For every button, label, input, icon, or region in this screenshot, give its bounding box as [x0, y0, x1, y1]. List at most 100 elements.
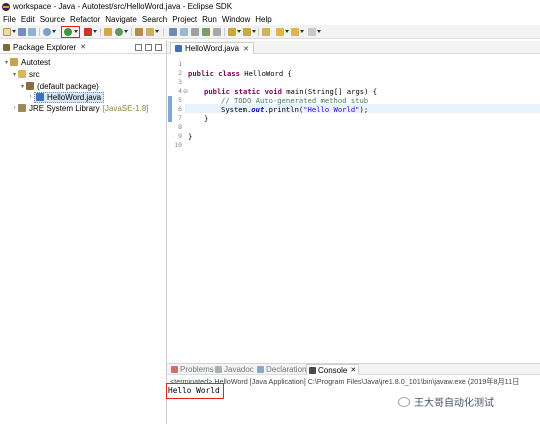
chevron-down-icon[interactable]: ▾: [19, 83, 26, 90]
menu-edit[interactable]: Edit: [19, 15, 38, 24]
code-text: }: [188, 132, 193, 141]
debug-dropdown-icon[interactable]: [52, 30, 56, 33]
word-wrap-icon[interactable]: [213, 28, 221, 36]
search-icon[interactable]: [146, 28, 154, 36]
external-tools-dropdown-icon[interactable]: [93, 30, 97, 33]
new-dropdown-icon[interactable]: [12, 30, 16, 33]
new-class-dropdown-icon[interactable]: [124, 30, 128, 33]
editor-tab-helloword[interactable]: HelloWord.java ✕: [170, 42, 254, 54]
new-class-icon[interactable]: [115, 28, 123, 36]
view-menu-icon[interactable]: [155, 44, 162, 51]
menu-search[interactable]: Search: [140, 15, 170, 24]
package-explorer-tab[interactable]: Package Explorer: [13, 43, 76, 52]
tab-problems[interactable]: Problems: [169, 364, 216, 375]
line-number: 2: [178, 69, 182, 77]
chevron-right-icon[interactable]: ›: [11, 105, 18, 111]
code-line-4[interactable]: public static void main(String[] args) {: [204, 87, 377, 96]
menu-help[interactable]: Help: [253, 15, 274, 24]
tab-javadoc[interactable]: Javadoc: [213, 364, 256, 375]
tab-declaration[interactable]: Declaration: [255, 364, 308, 375]
code-text: .println(: [264, 105, 304, 114]
menu-navigate[interactable]: Navigate: [103, 15, 140, 24]
menu-project[interactable]: Project: [170, 15, 200, 24]
problems-icon: [171, 366, 178, 373]
code-text: );: [359, 105, 369, 114]
tab-console[interactable]: Console ✕: [306, 364, 360, 375]
package-explorer-header: Package Explorer ✕: [0, 41, 166, 54]
pin-editor-dropdown-icon[interactable]: [317, 30, 321, 33]
package-explorer-icon: [3, 43, 10, 51]
block-selection-icon[interactable]: [202, 28, 210, 36]
save-all-icon[interactable]: [28, 28, 36, 36]
search-dropdown-icon[interactable]: [155, 30, 159, 33]
external-tools-icon[interactable]: [84, 28, 92, 36]
link-with-editor-icon[interactable]: [145, 44, 152, 51]
code-line-7[interactable]: }: [204, 114, 208, 123]
tree-item-default-package[interactable]: ▾ (default package): [19, 81, 99, 91]
eclipse-logo-icon: [2, 2, 10, 11]
code-string: "Hello World": [303, 105, 360, 114]
main-toolbar: [0, 25, 540, 39]
output-highlight-box: [166, 383, 224, 399]
wechat-icon: [398, 396, 410, 407]
java-project-icon: [10, 58, 18, 66]
chevron-down-icon[interactable]: ▾: [11, 71, 18, 78]
forward-icon[interactable]: [291, 28, 299, 36]
declaration-icon: [257, 366, 264, 373]
javadoc-icon: [215, 366, 222, 373]
previous-annotation-icon[interactable]: [243, 28, 251, 36]
tab-label: Problems: [180, 365, 214, 374]
window-title-bar: workspace - Java - Autotest/src/HelloWor…: [0, 0, 540, 13]
next-annotation-icon[interactable]: [228, 28, 236, 36]
menu-source[interactable]: Source: [38, 15, 68, 24]
line-number: 7: [178, 114, 182, 122]
back-dropdown-icon[interactable]: [285, 30, 289, 33]
forward-dropdown-icon[interactable]: [300, 30, 304, 33]
tree-item-label: (default package): [37, 81, 99, 91]
selected-file-row[interactable]: HelloWord.java: [34, 91, 105, 103]
java-file-icon: [175, 45, 182, 52]
open-type-icon[interactable]: [135, 28, 143, 36]
toggle-breadcrumb-icon[interactable]: [180, 28, 188, 36]
tree-item-helloword-java[interactable]: › HelloWord.java: [27, 91, 105, 103]
menu-file[interactable]: File: [1, 15, 19, 24]
save-icon[interactable]: [18, 28, 26, 36]
tree-item-src[interactable]: ▾ src: [11, 69, 40, 79]
close-icon[interactable]: ✕: [80, 43, 86, 51]
code-text: main(String[] args) {: [281, 87, 378, 96]
code-line-9[interactable]: }: [188, 132, 192, 141]
close-icon[interactable]: ✕: [350, 366, 356, 374]
console-icon: [309, 366, 316, 374]
line-number: 9: [178, 132, 182, 140]
code-line-5[interactable]: // TODO Auto-generated method stub: [221, 96, 368, 105]
fold-icon[interactable]: ⊖: [183, 88, 188, 95]
new-icon[interactable]: [3, 28, 11, 36]
run-button-highlight: [61, 26, 80, 38]
source-folder-icon: [18, 70, 26, 78]
next-annotation-dropdown-icon[interactable]: [237, 30, 241, 33]
back-icon[interactable]: [276, 28, 284, 36]
close-icon[interactable]: ✕: [243, 45, 249, 53]
code-text: }: [204, 114, 209, 123]
toggle-mark-icon[interactable]: [169, 28, 177, 36]
pin-editor-icon[interactable]: [308, 28, 316, 36]
tree-item-label: JRE System Library: [29, 103, 100, 113]
code-line-6[interactable]: System.out.println("Hello World");: [221, 105, 368, 114]
chevron-right-icon[interactable]: ›: [27, 94, 34, 100]
show-whitespace-icon[interactable]: [191, 28, 199, 36]
tree-item-jre-library[interactable]: › JRE System Library [JavaSE-1.8]: [11, 103, 149, 113]
menu-refactor[interactable]: Refactor: [68, 15, 103, 24]
collapse-all-icon[interactable]: [135, 44, 142, 51]
menu-window[interactable]: Window: [220, 15, 253, 24]
menu-run[interactable]: Run: [200, 15, 220, 24]
java-file-icon: [36, 93, 44, 101]
tree-item-label: src: [29, 69, 40, 79]
debug-icon[interactable]: [43, 28, 51, 36]
last-edit-icon[interactable]: [262, 28, 270, 36]
tree-item-autotest[interactable]: ▾ Autotest: [3, 57, 50, 67]
previous-annotation-dropdown-icon[interactable]: [252, 30, 256, 33]
code-text: System.: [221, 105, 252, 114]
code-line-2[interactable]: public class HelloWord {: [188, 69, 292, 78]
new-java-project-icon[interactable]: [104, 28, 112, 36]
chevron-down-icon[interactable]: ▾: [3, 59, 10, 66]
